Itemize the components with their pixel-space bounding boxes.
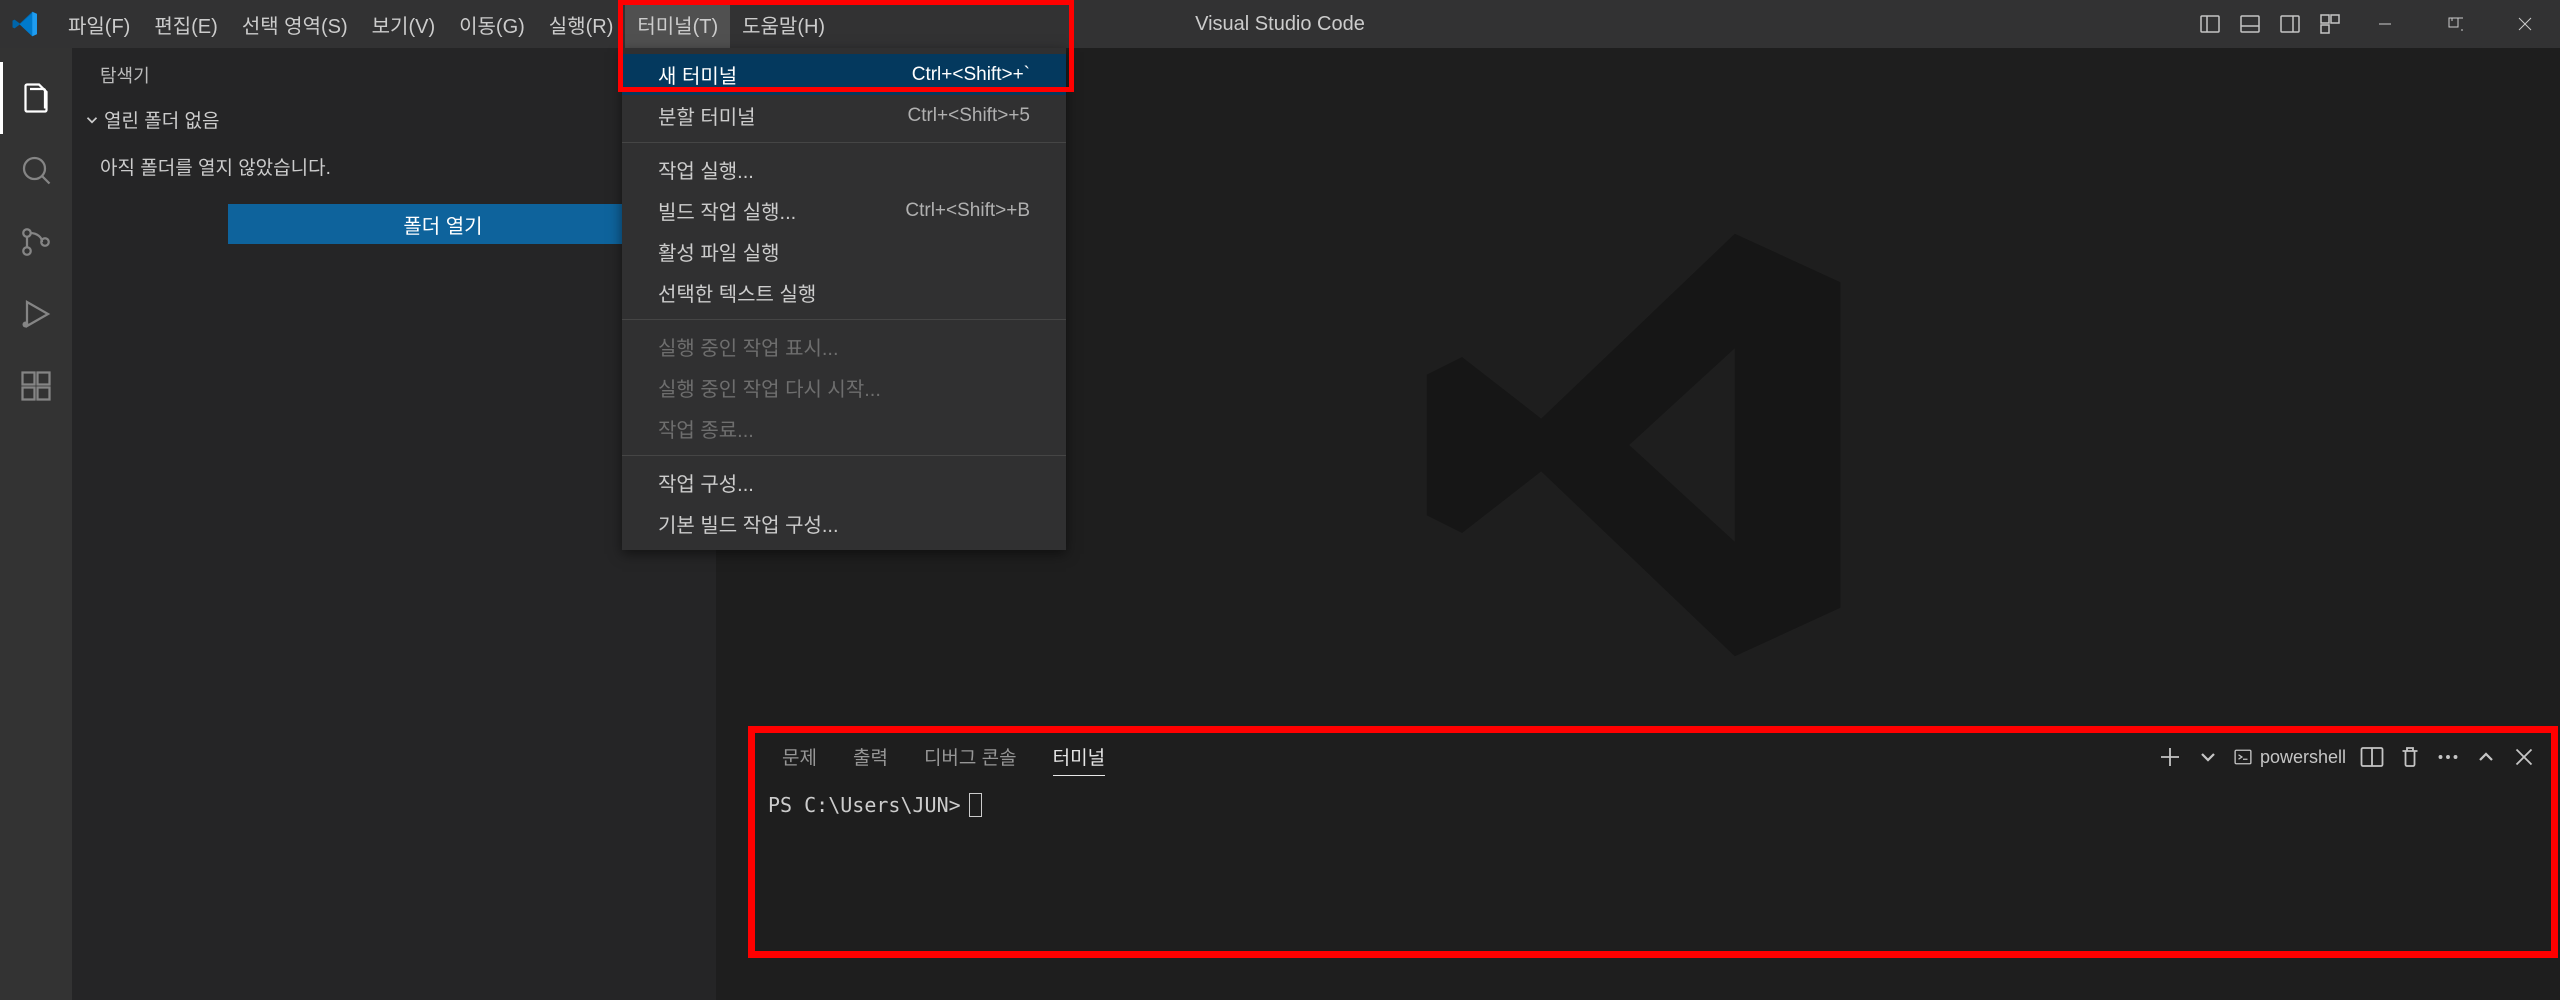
window-minimize-button[interactable] bbox=[2350, 0, 2420, 48]
new-terminal-icon[interactable] bbox=[2158, 745, 2182, 769]
chevron-down-icon bbox=[80, 111, 104, 129]
tab-debug-console[interactable]: 디버그 콘솔 bbox=[906, 733, 1035, 782]
toggle-secondary-sidebar-icon[interactable] bbox=[2270, 0, 2310, 48]
separator bbox=[622, 142, 1066, 143]
activity-run-debug-icon[interactable] bbox=[0, 278, 72, 350]
menu-run-selected-text[interactable]: 선택한 텍스트 실행 bbox=[622, 272, 1066, 313]
separator bbox=[622, 455, 1066, 456]
label: 작업 종료... bbox=[658, 414, 754, 443]
bottom-panel: 문제 출력 디버그 콘솔 터미널 powershell PS C:\Users\… bbox=[748, 728, 2552, 988]
tab-output[interactable]: 출력 bbox=[835, 733, 906, 782]
terminal-name: powershell bbox=[2260, 747, 2346, 768]
sidebar-title: 탐색기 bbox=[72, 48, 716, 98]
terminal-menu-dropdown: 새 터미널 Ctrl+<Shift>+` 분할 터미널 Ctrl+<Shift>… bbox=[622, 48, 1066, 550]
menu-run-task[interactable]: 작업 실행... bbox=[622, 149, 1066, 190]
close-panel-icon[interactable] bbox=[2512, 745, 2536, 769]
menu-configure-default-build-task[interactable]: 기본 빌드 작업 구성... bbox=[622, 503, 1066, 544]
shortcut: Ctrl+<Shift>+5 bbox=[907, 105, 1030, 127]
menu-selection[interactable]: 선택 영역(S) bbox=[230, 0, 360, 48]
menu-split-terminal[interactable]: 분할 터미널 Ctrl+<Shift>+5 bbox=[622, 95, 1066, 136]
title-bar: 파일(F) 편집(E) 선택 영역(S) 보기(V) 이동(G) 실행(R) 터… bbox=[0, 0, 2560, 48]
no-folder-message: 아직 폴더를 열지 않았습니다. bbox=[72, 143, 716, 194]
menu-bar: 파일(F) 편집(E) 선택 영역(S) 보기(V) 이동(G) 실행(R) 터… bbox=[56, 0, 837, 48]
menu-edit[interactable]: 편집(E) bbox=[142, 0, 229, 48]
tab-problems[interactable]: 문제 bbox=[764, 733, 835, 782]
activity-source-control-icon[interactable] bbox=[0, 206, 72, 278]
window-maximize-button[interactable] bbox=[2420, 0, 2490, 48]
terminal-cursor bbox=[969, 793, 982, 817]
window-close-button[interactable] bbox=[2490, 0, 2560, 48]
vscode-logo-icon bbox=[12, 11, 38, 37]
terminal-profiles-chevron-icon[interactable] bbox=[2196, 745, 2220, 769]
activity-bar bbox=[0, 48, 72, 1000]
shortcut: Ctrl+<Shift>+` bbox=[912, 64, 1030, 86]
toggle-panel-icon[interactable] bbox=[2230, 0, 2270, 48]
delete-terminal-icon[interactable] bbox=[2398, 745, 2422, 769]
toggle-primary-sidebar-icon[interactable] bbox=[2190, 0, 2230, 48]
label: 실행 중인 작업 표시... bbox=[658, 332, 839, 361]
menu-view[interactable]: 보기(V) bbox=[360, 0, 447, 48]
label: 선택한 텍스트 실행 bbox=[658, 278, 816, 307]
label: 활성 파일 실행 bbox=[658, 237, 780, 266]
menu-terminal[interactable]: 터미널(T) bbox=[625, 0, 730, 48]
sidebar-section-no-folder[interactable]: 열린 폴더 없음 bbox=[72, 98, 716, 143]
menu-go[interactable]: 이동(G) bbox=[447, 0, 537, 48]
label: 빌드 작업 실행... bbox=[658, 196, 796, 225]
tab-terminal[interactable]: 터미널 bbox=[1035, 733, 1123, 782]
panel-toolbar: powershell bbox=[2158, 745, 2536, 769]
vscode-watermark-icon bbox=[1418, 225, 1858, 671]
menu-file[interactable]: 파일(F) bbox=[56, 0, 142, 48]
menu-run-active-file[interactable]: 활성 파일 실행 bbox=[622, 231, 1066, 272]
more-actions-icon[interactable] bbox=[2436, 745, 2460, 769]
terminal-instance-label[interactable]: powershell bbox=[2234, 747, 2346, 768]
explorer-sidebar: 탐색기 열린 폴더 없음 아직 폴더를 열지 않았습니다. 폴더 열기 bbox=[72, 48, 716, 1000]
panel-tabs: 문제 출력 디버그 콘솔 터미널 powershell bbox=[748, 729, 2552, 785]
window-title: Visual Studio Code bbox=[1195, 13, 1365, 36]
activity-extensions-icon[interactable] bbox=[0, 350, 72, 422]
label: 분할 터미널 bbox=[658, 101, 756, 130]
menu-configure-tasks[interactable]: 작업 구성... bbox=[622, 462, 1066, 503]
activity-search-icon[interactable] bbox=[0, 134, 72, 206]
titlebar-right-controls bbox=[2190, 0, 2560, 48]
menu-terminate-task: 작업 종료... bbox=[622, 408, 1066, 449]
section-label: 열린 폴더 없음 bbox=[104, 106, 219, 133]
label: 실행 중인 작업 다시 시작... bbox=[658, 373, 881, 402]
terminal-prompt: PS C:\Users\JUN> bbox=[768, 793, 961, 817]
shortcut: Ctrl+<Shift>+B bbox=[905, 200, 1030, 222]
customize-layout-icon[interactable] bbox=[2310, 0, 2350, 48]
maximize-panel-icon[interactable] bbox=[2474, 745, 2498, 769]
label: 작업 구성... bbox=[658, 468, 754, 497]
split-terminal-icon[interactable] bbox=[2360, 745, 2384, 769]
menu-show-running-tasks: 실행 중인 작업 표시... bbox=[622, 326, 1066, 367]
open-folder-button[interactable]: 폴더 열기 bbox=[228, 204, 658, 244]
menu-help[interactable]: 도움말(H) bbox=[730, 0, 837, 48]
menu-run[interactable]: 실행(R) bbox=[537, 0, 626, 48]
menu-new-terminal[interactable]: 새 터미널 Ctrl+<Shift>+` bbox=[622, 54, 1066, 95]
label: 기본 빌드 작업 구성... bbox=[658, 509, 839, 538]
menu-run-build-task[interactable]: 빌드 작업 실행... Ctrl+<Shift>+B bbox=[622, 190, 1066, 231]
menu-restart-running-task: 실행 중인 작업 다시 시작... bbox=[622, 367, 1066, 408]
terminal-body[interactable]: PS C:\Users\JUN> bbox=[748, 785, 2552, 825]
label: 새 터미널 bbox=[658, 60, 737, 89]
label: 작업 실행... bbox=[658, 155, 754, 184]
activity-explorer-icon[interactable] bbox=[0, 62, 72, 134]
separator bbox=[622, 319, 1066, 320]
terminal-icon bbox=[2234, 748, 2252, 766]
